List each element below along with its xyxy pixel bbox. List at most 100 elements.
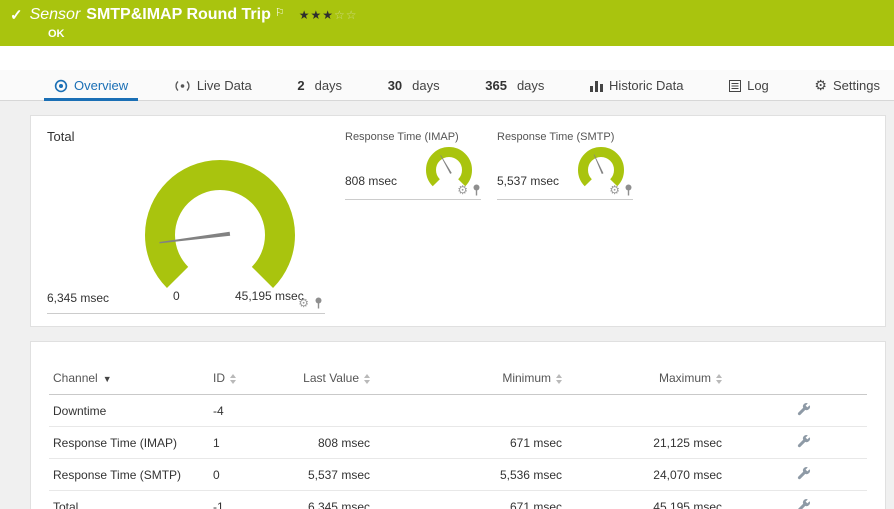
column-header-last-value[interactable]: Last Value <box>296 364 374 395</box>
tab-365-days[interactable]: 365 days <box>475 70 554 101</box>
imap-gauge-needle <box>440 155 452 174</box>
total-gauge-scale-min: 0 <box>173 289 180 303</box>
tab-365-days-label: days <box>516 78 545 93</box>
channel-maximum: 24,070 msec <box>566 458 726 491</box>
channels-table: Channel ▼ ID Last Value Minimum Maximum D… <box>49 364 867 509</box>
column-header-minimum[interactable]: Minimum <box>374 364 566 395</box>
channels-panel: Channel ▼ ID Last Value Minimum Maximum D… <box>30 341 886 509</box>
channel-id: 0 <box>209 458 296 491</box>
content-area: Total 6,345 msec 0 45,195 msec ⚙ Respons… <box>0 101 894 509</box>
channel-row-total: Total -1 6,345 msec 671 msec 45,195 msec <box>49 490 867 509</box>
stars-filled: ★★★ <box>298 8 335 22</box>
total-gauge-scale-max: 45,195 msec <box>235 289 304 303</box>
sensor-tab-bar: Overview Live Data 2 days 30 days 365 da… <box>0 70 894 101</box>
channel-minimum: 671 msec <box>374 490 566 509</box>
imap-gauge-block: Response Time (IMAP) 808 msec ⚙ <box>345 129 481 313</box>
tab-2-days-label: days <box>314 78 343 93</box>
channel-maximum: 45,195 msec <box>566 490 726 509</box>
table-header-row: Channel ▼ ID Last Value Minimum Maximum <box>49 364 867 395</box>
sort-desc-icon: ▼ <box>102 374 112 384</box>
divider <box>47 313 325 314</box>
column-header-id[interactable]: ID <box>209 364 296 395</box>
priority-stars[interactable]: ★★★☆☆ <box>299 8 358 22</box>
smtp-gauge-value: 5,537 msec <box>497 174 560 188</box>
channel-minimum <box>374 394 566 427</box>
total-gauge <box>145 160 295 289</box>
channel-id: 1 <box>209 426 296 459</box>
tab-overview-label: Overview <box>74 78 129 93</box>
column-header-actions <box>726 364 867 395</box>
sort-icon <box>556 373 562 384</box>
column-header-maximum-label: Maximum <box>658 371 711 385</box>
channel-settings-wrench-icon[interactable] <box>797 434 811 448</box>
tab-live-data-label: Live Data <box>196 78 252 93</box>
smtp-gauge-settings-icon[interactable]: ⚙ <box>609 184 620 196</box>
overview-icon <box>54 79 68 92</box>
divider <box>345 199 481 200</box>
column-header-last-value-label: Last Value <box>303 371 359 385</box>
sensor-header: ✓ Sensor SMTP&IMAP Round Trip ⚐ ★★★☆☆ OK <box>0 0 894 46</box>
tab-30-days-label: days <box>412 78 440 93</box>
gear-icon: ⚙ <box>814 77 827 93</box>
status-ok-check-icon: ✓ <box>10 7 23 24</box>
priority-flag-icon[interactable]: ⚐ <box>275 6 285 19</box>
channel-settings-wrench-icon[interactable] <box>797 498 811 509</box>
imap-gauge-pin-icon[interactable] <box>472 184 481 196</box>
channel-name: Total <box>49 490 209 509</box>
channel-maximum: 21,125 msec <box>566 426 726 459</box>
divider <box>497 199 633 200</box>
column-header-channel-label: Channel <box>53 371 98 385</box>
sensor-type-label: Sensor <box>29 6 81 23</box>
imap-gauge-label: Response Time (IMAP) <box>345 131 459 143</box>
total-gauge-label: Total <box>47 129 75 144</box>
sort-icon <box>230 373 236 384</box>
column-header-maximum[interactable]: Maximum <box>566 364 726 395</box>
channel-name: Response Time (IMAP) <box>49 426 209 459</box>
gauges-panel: Total 6,345 msec 0 45,195 msec ⚙ Respons… <box>30 115 886 327</box>
stars-empty: ☆☆ <box>334 8 358 22</box>
channel-maximum <box>566 394 726 427</box>
tab-log-label: Log <box>747 78 769 93</box>
tab-historic-data-label: Historic Data <box>609 78 684 93</box>
sort-icon <box>364 373 370 384</box>
channel-row-imap: Response Time (IMAP) 1 808 msec 671 msec… <box>49 426 867 459</box>
channel-last-value: 808 msec <box>296 426 374 459</box>
channel-name: Downtime <box>49 394 209 427</box>
channel-minimum: 5,536 msec <box>374 458 566 491</box>
sensor-title: SMTP&IMAP Round Trip <box>86 6 271 23</box>
column-header-channel[interactable]: Channel ▼ <box>49 364 209 395</box>
tab-30-days-number: 30 <box>387 78 403 93</box>
column-header-minimum-label: Minimum <box>502 371 551 385</box>
tab-2-days[interactable]: 2 days <box>287 70 352 101</box>
total-gauge-block: Total 6,345 msec 0 45,195 msec ⚙ <box>47 129 325 314</box>
channel-last-value <box>296 394 374 427</box>
sort-icon <box>716 373 722 384</box>
smtp-gauge-label: Response Time (SMTP) <box>497 131 615 143</box>
channel-row-downtime: Downtime -4 <box>49 394 867 427</box>
tab-live-data[interactable]: Live Data <box>164 70 262 101</box>
channel-settings-wrench-icon[interactable] <box>797 466 811 480</box>
tab-overview[interactable]: Overview <box>44 70 139 101</box>
total-gauge-settings-icon[interactable]: ⚙ <box>298 297 309 309</box>
channel-id: -4 <box>209 394 296 427</box>
imap-gauge-settings-icon[interactable]: ⚙ <box>457 184 468 196</box>
channel-row-smtp: Response Time (SMTP) 0 5,537 msec 5,536 … <box>49 458 867 491</box>
live-data-icon <box>175 80 190 91</box>
imap-gauge-value: 808 msec <box>345 174 398 188</box>
channel-settings-wrench-icon[interactable] <box>797 402 811 416</box>
tab-settings-label: Settings <box>832 78 880 93</box>
channel-minimum: 671 msec <box>374 426 566 459</box>
total-gauge-pin-icon[interactable] <box>314 297 323 309</box>
sensor-status-badge: OK <box>48 28 65 40</box>
tab-30-days[interactable]: 30 days <box>378 70 450 101</box>
tab-365-days-number: 365 <box>485 78 507 93</box>
smtp-gauge-block: Response Time (SMTP) 5,537 msec ⚙ <box>497 129 633 313</box>
tab-log[interactable]: Log <box>719 70 779 101</box>
smtp-gauge-pin-icon[interactable] <box>624 184 633 196</box>
column-header-id-label: ID <box>213 371 225 385</box>
channel-name: Response Time (SMTP) <box>49 458 209 491</box>
tab-historic-data[interactable]: Historic Data <box>580 70 693 101</box>
tab-settings[interactable]: ⚙ Settings <box>804 70 890 101</box>
log-icon <box>729 79 742 92</box>
total-gauge-value: 6,345 msec <box>47 291 110 305</box>
